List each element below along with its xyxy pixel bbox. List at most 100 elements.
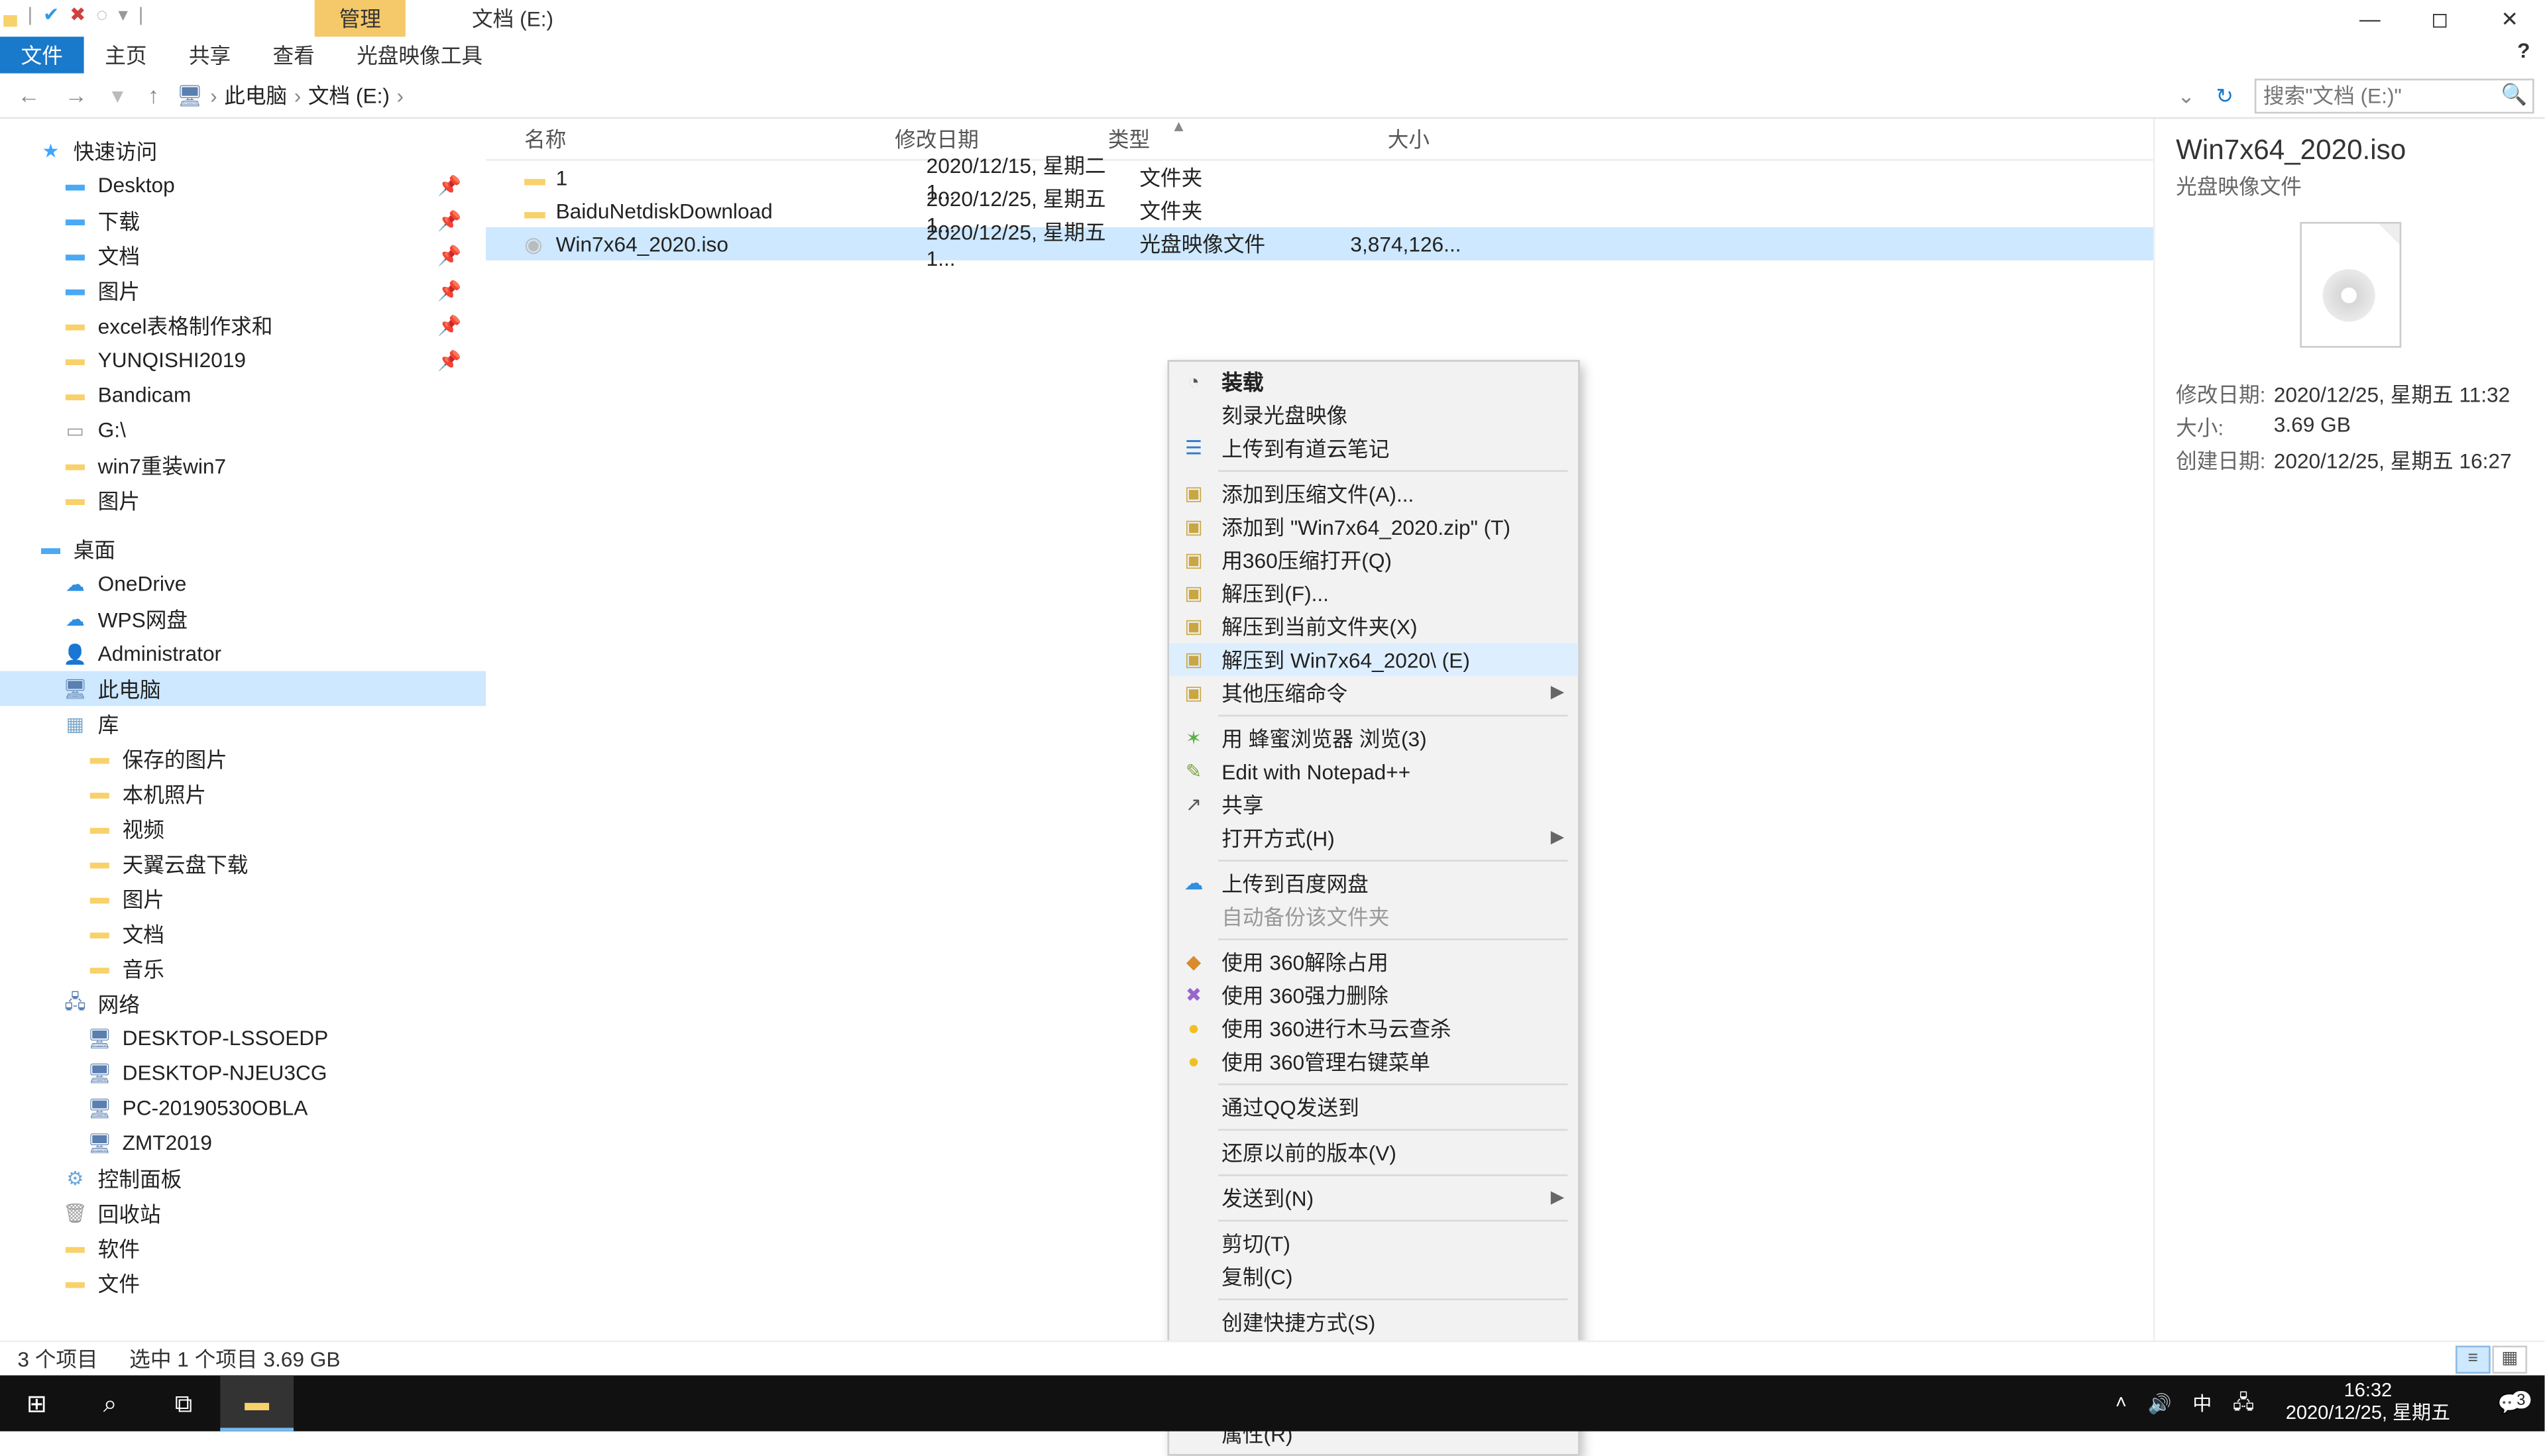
- menu-item[interactable]: ●使用 360管理右键菜单: [1169, 1045, 1578, 1078]
- save-icon[interactable]: ✖: [70, 3, 85, 26]
- nav-lib-videos[interactable]: ▬视频: [0, 811, 486, 846]
- menu-item[interactable]: ✖使用 360强力删除: [1169, 979, 1578, 1012]
- address-dropdown[interactable]: ⌄: [2177, 83, 2195, 107]
- menu-item[interactable]: ▣解压到(F)...: [1169, 577, 1578, 610]
- refresh-button[interactable]: ↻: [2206, 83, 2244, 107]
- nav-net-pc4[interactable]: 🖥ZMT2019: [0, 1125, 486, 1160]
- nav-pictures[interactable]: ▬图片📌: [0, 272, 486, 308]
- file-row-selected[interactable]: ◉ Win7x64_2020.iso 2020/12/25, 星期五 1... …: [486, 227, 2153, 260]
- contextual-tab-manage[interactable]: 管理: [315, 0, 406, 36]
- menu-item[interactable]: 复制(C): [1169, 1260, 1578, 1293]
- nav-net-pc2[interactable]: 🖥DESKTOP-NJEU3CG: [0, 1056, 486, 1091]
- column-headers[interactable]: 名称 修改日期 类型 大小: [486, 119, 2153, 160]
- nav-lib-pics[interactable]: ▬图片: [0, 881, 486, 916]
- nav-bandicam[interactable]: ▬Bandicam: [0, 378, 486, 413]
- explorer-taskbar-button[interactable]: ▬: [220, 1375, 294, 1431]
- forward-button[interactable]: →: [58, 82, 94, 109]
- crumb-drive[interactable]: 文档 (E:): [308, 80, 390, 110]
- nav-lib-music[interactable]: ▬音乐: [0, 951, 486, 986]
- nav-desktop-root[interactable]: ▬桌面: [0, 532, 486, 567]
- nav-net-pc3[interactable]: 🖥PC-20190530OBLA: [0, 1090, 486, 1125]
- nav-lib-tianyi[interactable]: ▬天翼云盘下载: [0, 846, 486, 881]
- nav-downloads[interactable]: ▬下载📌: [0, 203, 486, 238]
- menu-item[interactable]: ▣其他压缩命令▶: [1169, 677, 1578, 710]
- col-date[interactable]: 修改日期: [895, 124, 1108, 154]
- nav-software[interactable]: ▬软件: [0, 1230, 486, 1265]
- nav-lib-docs[interactable]: ▬文档: [0, 916, 486, 951]
- file-row[interactable]: ▬ BaiduNetdiskDownload 2020/12/25, 星期五 1…: [486, 194, 2153, 227]
- nav-yunqishi[interactable]: ▬YUNQISHI2019📌: [0, 343, 486, 378]
- nav-files[interactable]: ▬文件: [0, 1265, 486, 1300]
- nav-libraries[interactable]: ▦库: [0, 706, 486, 741]
- tray-chevron-icon[interactable]: ˄: [2116, 1393, 2127, 1414]
- recent-dropdown[interactable]: ▾: [105, 82, 130, 109]
- menu-item[interactable]: ☁上传到百度网盘: [1169, 867, 1578, 900]
- menu-item[interactable]: 打开方式(H)▶: [1169, 821, 1578, 854]
- menu-item[interactable]: ●使用 360进行木马云查杀: [1169, 1012, 1578, 1045]
- nav-win7reinstall[interactable]: ▬win7重装win7: [0, 447, 486, 482]
- tab-file[interactable]: 文件: [0, 36, 84, 72]
- tab-view[interactable]: 查看: [252, 36, 336, 72]
- menu-item[interactable]: ▣解压到 Win7x64_2020\ (E): [1169, 643, 1578, 676]
- back-button[interactable]: ←: [11, 82, 47, 109]
- view-icons-button[interactable]: ▦: [2492, 1345, 2527, 1372]
- nav-admin[interactable]: 👤Administrator: [0, 636, 486, 671]
- nav-this-pc[interactable]: 🖥此电脑: [0, 671, 486, 706]
- action-center-button[interactable]: 💬3: [2482, 1392, 2538, 1414]
- nav-pictures2[interactable]: ▬图片: [0, 482, 486, 518]
- nav-wps[interactable]: ☁WPS网盘: [0, 601, 486, 636]
- menu-item[interactable]: 还原以前的版本(V): [1169, 1136, 1578, 1169]
- menu-item[interactable]: ▣解压到当前文件夹(X): [1169, 610, 1578, 643]
- task-view-button[interactable]: ⧉: [147, 1375, 221, 1431]
- col-name[interactable]: 名称: [524, 124, 895, 154]
- menu-item[interactable]: ◔装载: [1169, 365, 1578, 398]
- menu-item[interactable]: 创建快捷方式(S): [1169, 1306, 1578, 1339]
- nav-gdrive[interactable]: ▭G:\: [0, 412, 486, 447]
- search-button[interactable]: ⌕: [74, 1375, 147, 1431]
- view-details-button[interactable]: ≡: [2456, 1345, 2491, 1372]
- menu-item[interactable]: 通过QQ发送到: [1169, 1090, 1578, 1123]
- menu-item[interactable]: ☰上传到有道云笔记: [1169, 431, 1578, 465]
- nav-lib-camera[interactable]: ▬本机照片: [0, 776, 486, 811]
- check-icon[interactable]: ✔: [43, 3, 59, 26]
- nav-network[interactable]: 🖧网络: [0, 985, 486, 1021]
- new-icon[interactable]: ◌: [96, 5, 107, 26]
- start-button[interactable]: ⊞: [0, 1375, 74, 1431]
- nav-net-pc1[interactable]: 🖥DESKTOP-LSSOEDP: [0, 1021, 486, 1056]
- menu-item[interactable]: ✶用 蜂蜜浏览器 浏览(3): [1169, 722, 1578, 755]
- menu-item[interactable]: ◆使用 360解除占用: [1169, 946, 1578, 979]
- col-type[interactable]: 类型: [1108, 124, 1283, 154]
- undo-icon[interactable]: ▾: [118, 3, 128, 26]
- col-size[interactable]: 大小: [1283, 124, 1440, 154]
- network-icon[interactable]: 🖧: [2233, 1386, 2254, 1420]
- clock[interactable]: 16:32 2020/12/25, 星期五: [2275, 1377, 2461, 1429]
- menu-item[interactable]: 剪切(T): [1169, 1227, 1578, 1260]
- ime-indicator[interactable]: 中: [2192, 1389, 2212, 1417]
- menu-item[interactable]: ✎Edit with Notepad++: [1169, 755, 1578, 788]
- menu-item[interactable]: ▣添加到 "Win7x64_2020.zip" (T): [1169, 510, 1578, 543]
- volume-icon[interactable]: 🔊: [2148, 1392, 2172, 1414]
- maximize-button[interactable]: ◻: [2405, 0, 2475, 38]
- menu-item[interactable]: ▣用360压缩打开(Q): [1169, 543, 1578, 577]
- menu-item[interactable]: 发送到(N)▶: [1169, 1182, 1578, 1215]
- menu-item[interactable]: ▣添加到压缩文件(A)...: [1169, 477, 1578, 510]
- menu-item[interactable]: ↗共享: [1169, 788, 1578, 821]
- nav-desktop[interactable]: ▬Desktop📌: [0, 168, 486, 203]
- nav-excel-folder[interactable]: ▬excel表格制作求和📌: [0, 308, 486, 343]
- crumb-pc[interactable]: 此电脑: [224, 80, 287, 110]
- nav-control-panel[interactable]: ⚙控制面板: [0, 1160, 486, 1196]
- tab-share[interactable]: 共享: [168, 36, 252, 72]
- minimize-button[interactable]: ―: [2335, 0, 2404, 38]
- nav-lib-savedpics[interactable]: ▬保存的图片: [0, 741, 486, 776]
- file-row[interactable]: ▬ 1 2020/12/15, 星期二 1... 文件夹: [486, 161, 2153, 194]
- close-button[interactable]: ✕: [2475, 0, 2544, 38]
- search-input[interactable]: [2255, 78, 2534, 113]
- breadcrumb[interactable]: 🖥 › 此电脑 › 文档 (E:) ›: [176, 80, 2167, 110]
- menu-item[interactable]: 刻录光盘映像: [1169, 398, 1578, 431]
- nav-documents[interactable]: ▬文档📌: [0, 238, 486, 273]
- tab-home[interactable]: 主页: [84, 36, 168, 72]
- tab-disc-tools[interactable]: 光盘映像工具: [335, 36, 503, 72]
- nav-onedrive[interactable]: ☁OneDrive: [0, 566, 486, 601]
- nav-quick-access[interactable]: ★快速访问: [0, 133, 486, 168]
- nav-recycle[interactable]: 🗑回收站: [0, 1196, 486, 1231]
